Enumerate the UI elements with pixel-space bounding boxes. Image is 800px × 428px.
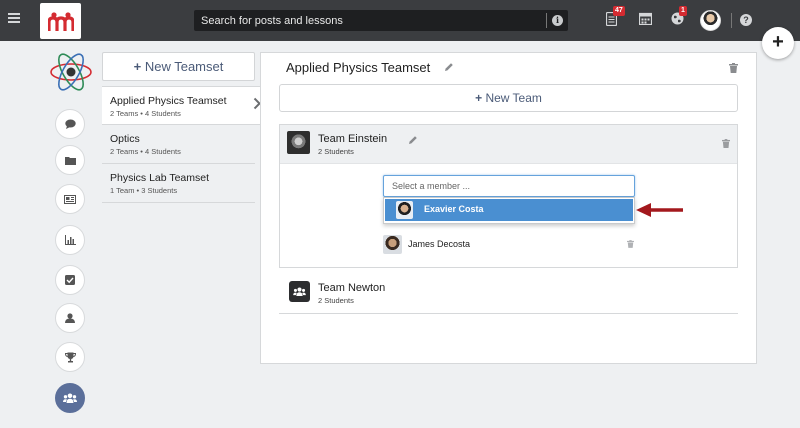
add-button[interactable]: + xyxy=(762,27,794,59)
search-input[interactable] xyxy=(194,10,544,31)
delete-team-icon[interactable] xyxy=(722,139,730,148)
teamset-name: Optics xyxy=(110,133,140,145)
teamset-meta: 2 Teams • 4 Students xyxy=(110,147,181,156)
bar-chart-icon xyxy=(64,235,76,245)
user-avatar[interactable] xyxy=(700,10,721,31)
calendar-icon[interactable] xyxy=(638,12,653,30)
teamset-name: Physics Lab Teamset xyxy=(110,172,210,184)
remove-member-icon[interactable] xyxy=(627,240,634,248)
team-meta: 2 Students xyxy=(318,147,354,156)
folder-icon xyxy=(64,156,76,165)
menu-icon[interactable] xyxy=(8,13,20,23)
atom-icon xyxy=(50,53,92,91)
team-group-icon xyxy=(289,281,310,302)
teamset-item[interactable]: Optics 2 Teams • 4 Students xyxy=(102,125,255,164)
team-card: Team Newton 2 Students xyxy=(279,271,738,314)
team-name[interactable]: Team Newton xyxy=(318,282,385,294)
member-select-input[interactable]: Select a member ... xyxy=(383,175,635,197)
member-avatar xyxy=(383,235,402,254)
teamset-meta: 1 Team • 3 Students xyxy=(110,186,178,195)
awards-button[interactable] xyxy=(55,342,85,372)
notifications-badge: 47 xyxy=(613,6,625,16)
teamset-item[interactable]: Applied Physics Teamset 2 Teams • 4 Stud… xyxy=(102,86,265,125)
analytics-button[interactable] xyxy=(55,225,85,255)
group-icon xyxy=(293,287,306,296)
people-button[interactable] xyxy=(55,303,85,333)
search-bar xyxy=(194,10,568,31)
calendar-glyph xyxy=(638,12,653,26)
globe-badge: 1 xyxy=(679,6,687,16)
id-card-icon xyxy=(64,194,76,204)
plus-icon: + xyxy=(133,59,142,74)
teamset-title: Applied Physics Teamset xyxy=(286,60,431,75)
notifications-icon[interactable]: 47 xyxy=(605,6,625,31)
search-divider xyxy=(546,13,547,28)
toolbar-divider xyxy=(731,13,732,28)
globe-icon[interactable]: 1 xyxy=(671,6,687,30)
user-icon xyxy=(65,313,75,323)
top-bar: i 47 1 ? xyxy=(0,0,800,41)
teamset-item[interactable]: Physics Lab Teamset 1 Team • 3 Students xyxy=(102,164,255,203)
annotation-arrow xyxy=(636,203,683,217)
edit-team-icon[interactable] xyxy=(408,135,418,145)
new-teamset-label: New Teamset xyxy=(144,59,224,74)
discussions-button[interactable] xyxy=(55,109,85,139)
app-logo[interactable] xyxy=(40,3,81,39)
info-icon[interactable]: i xyxy=(552,15,563,26)
teamset-name: Applied Physics Teamset xyxy=(110,95,227,107)
team-name[interactable]: Team Einstein xyxy=(318,133,387,145)
folders-button[interactable] xyxy=(55,145,85,175)
member-row: James Decosta xyxy=(383,234,635,256)
app-logo-icon xyxy=(48,12,74,31)
team-avatar xyxy=(287,131,310,154)
teamset-meta: 2 Teams • 4 Students xyxy=(110,109,181,118)
trophy-icon xyxy=(64,352,76,362)
team-header: Team Einstein 2 Students xyxy=(280,125,737,164)
chat-icon xyxy=(64,119,76,129)
help-icon[interactable]: ? xyxy=(740,14,752,26)
new-team-label: New Team xyxy=(485,91,542,105)
course-logo[interactable] xyxy=(49,50,93,94)
new-teamset-button[interactable]: + New Teamset xyxy=(102,52,255,81)
dropdown-option[interactable]: Exavier Costa xyxy=(385,199,633,221)
tasks-button[interactable] xyxy=(55,265,85,295)
edit-teamset-icon[interactable] xyxy=(444,62,454,72)
media-button[interactable] xyxy=(55,184,85,214)
teamset-list: Applied Physics Teamset 2 Teams • 4 Stud… xyxy=(102,86,265,203)
team-card: Team Einstein 2 Students Select a member… xyxy=(279,124,738,268)
new-team-button[interactable]: + New Team xyxy=(279,84,738,112)
teams-button[interactable] xyxy=(55,383,85,413)
member-dropdown: Exavier Costa xyxy=(383,197,635,224)
member-name: James Decosta xyxy=(408,239,471,249)
option-avatar xyxy=(396,201,413,219)
plus-icon: + xyxy=(475,91,483,105)
checkbox-icon xyxy=(65,275,75,285)
delete-teamset-icon[interactable] xyxy=(729,63,738,73)
team-meta: 2 Students xyxy=(318,296,354,305)
group-icon xyxy=(63,393,77,403)
option-label: Exavier Costa xyxy=(424,204,484,214)
